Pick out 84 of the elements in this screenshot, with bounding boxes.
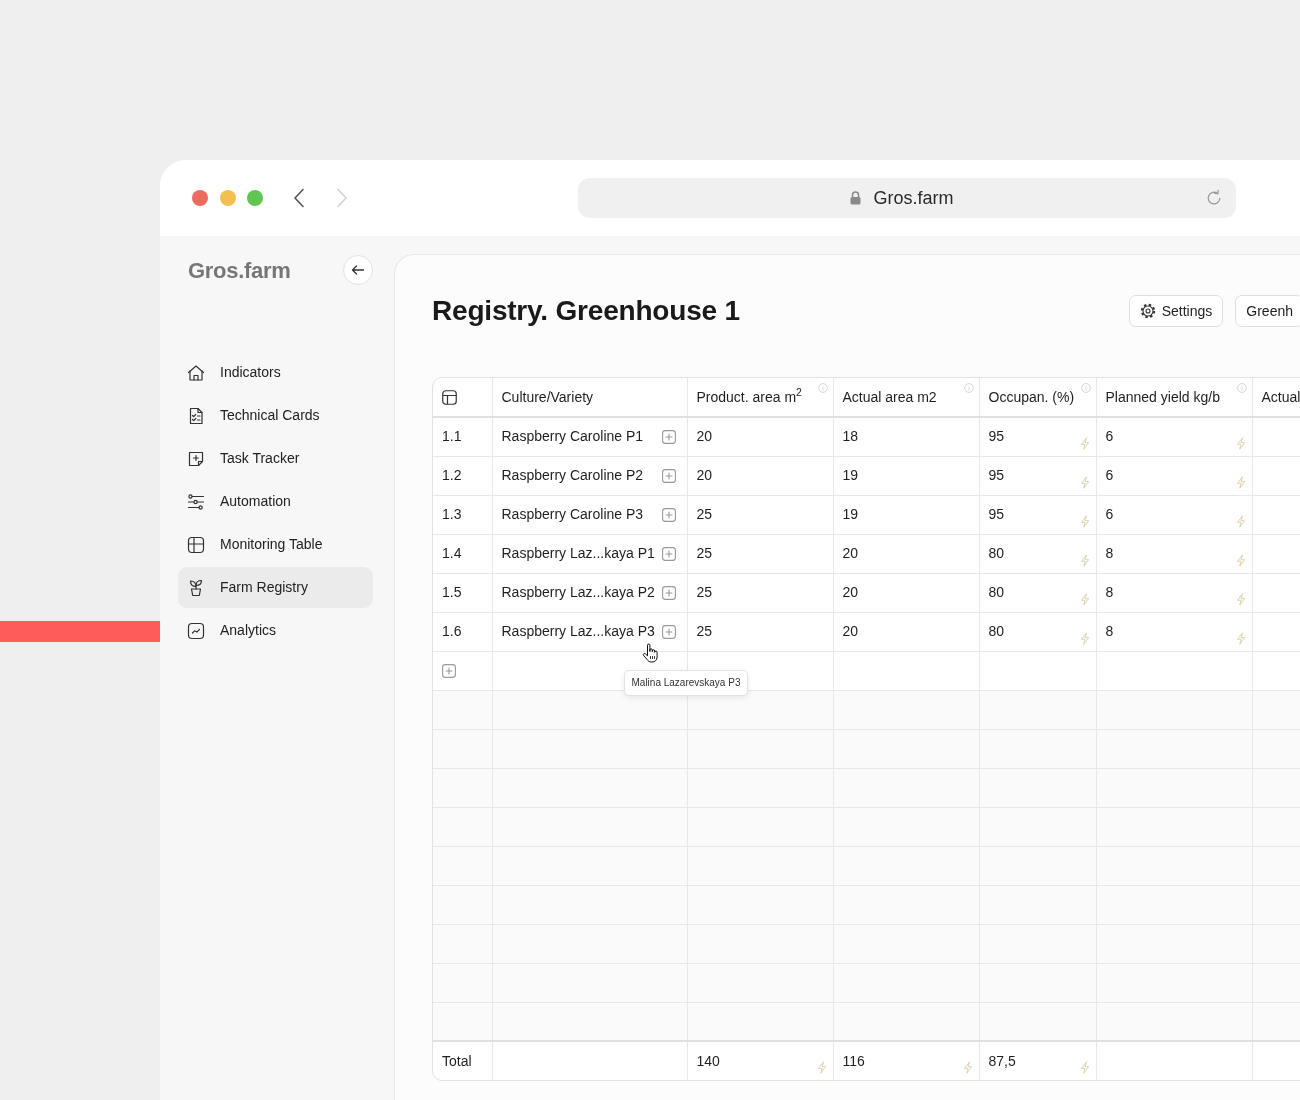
gear-icon — [1139, 303, 1156, 319]
sidebar-item[interactable]: Technical Cards — [178, 395, 373, 436]
occupancy-value: 80 — [988, 545, 1005, 561]
occupancy-value: 95 — [988, 467, 1005, 483]
table-icon[interactable] — [442, 390, 457, 406]
variety-name: Raspberry Laz...kaya P2 — [501, 583, 655, 602]
plus-square-icon[interactable] — [661, 468, 676, 483]
column-header: Actual — [1261, 388, 1300, 405]
plus-square-icon[interactable] — [661, 546, 676, 561]
planned-yield-value: 6 — [1105, 467, 1114, 483]
url-text: Gros.farm — [873, 186, 954, 210]
info-icon[interactable] — [1236, 383, 1247, 393]
chevron-left-icon[interactable] — [292, 188, 305, 208]
settings-button[interactable]: Settings — [1128, 295, 1224, 327]
hand-pointer-icon — [641, 642, 659, 663]
collapse-button[interactable] — [343, 255, 373, 285]
planned-yield-value: 6 — [1105, 428, 1114, 445]
tooltip: Malina Lazarevskaya P3 — [623, 669, 749, 696]
occupancy-value: 95 — [988, 506, 1005, 522]
table-icon — [186, 534, 206, 555]
occupancy-value: 80 — [988, 584, 1005, 600]
planned-yield-value: 8 — [1105, 545, 1114, 561]
row-number: 1.5 — [442, 584, 462, 600]
total-label: Total — [442, 1052, 472, 1069]
add-row-icon[interactable] — [442, 664, 456, 679]
window-zoom-icon[interactable] — [247, 190, 263, 206]
variety-name: Raspberry Caroline P2 — [501, 466, 644, 485]
occupancy-value: 80 — [988, 623, 1005, 639]
window-close-icon[interactable] — [192, 190, 208, 206]
product-area-value: 20 — [696, 428, 713, 445]
sidebar-item[interactable]: Indicators — [178, 352, 373, 393]
occupancy-value: 95 — [988, 428, 1005, 445]
variety-name: Raspberry Laz...kaya P3 — [501, 622, 655, 641]
row-number: 1.1 — [442, 428, 462, 445]
actual-area-value: 18 — [842, 428, 859, 445]
product-area-value: 20 — [696, 467, 713, 483]
product-area-value: 25 — [696, 623, 713, 639]
actual-area-value: 20 — [842, 623, 859, 639]
column-header: Planned yield kg/b — [1105, 388, 1220, 405]
actual-area-value: 116 — [842, 1052, 865, 1069]
info-icon[interactable] — [1080, 383, 1091, 393]
sidebar-item[interactable]: Automation — [178, 481, 373, 522]
actual-area-value: 20 — [842, 545, 859, 561]
planned-yield-value: 6 — [1105, 506, 1114, 522]
info-icon[interactable] — [817, 383, 828, 393]
variety-name: Raspberry Caroline P1 — [501, 427, 644, 447]
address-bar[interactable]: Gros.farm — [578, 178, 1236, 218]
arrow-left-icon — [350, 262, 366, 278]
product-area-value: 25 — [696, 545, 713, 561]
column-header: Occupan. (%) — [988, 388, 1075, 405]
row-number: 1.3 — [442, 506, 462, 522]
column-header: Product. area m$^{2}$ — [696, 388, 802, 405]
window-minimize-icon[interactable] — [219, 190, 236, 206]
actual-area-value: 19 — [842, 506, 859, 522]
plus-square-icon[interactable] — [661, 624, 676, 639]
sliders-icon — [186, 491, 206, 512]
column-header: Culture/Variety — [501, 388, 594, 405]
reload-icon[interactable] — [1205, 189, 1223, 207]
sidebar-item[interactable]: Monitoring Table — [178, 524, 373, 565]
product-area-value: 25 — [696, 584, 713, 600]
product-area-value: 25 — [696, 506, 713, 522]
lock-icon — [850, 191, 862, 205]
logo: Gros.farm — [188, 256, 291, 285]
actual-area-value: 19 — [842, 467, 859, 483]
sidebar-item[interactable]: Analytics — [178, 610, 373, 651]
greenhouse-button[interactable]: Greenh — [1235, 295, 1300, 327]
row-number: 1.2 — [442, 467, 462, 483]
plus-square-icon[interactable] — [661, 429, 676, 444]
info-icon[interactable] — [963, 383, 974, 393]
row-number: 1.6 — [442, 623, 462, 639]
variety-name: Raspberry Laz...kaya P1 — [501, 544, 655, 563]
sidebar-item[interactable]: Farm Registry — [178, 567, 373, 608]
page-title: Registry. Greenhouse 1 — [432, 294, 740, 328]
planned-yield-value: 8 — [1105, 584, 1114, 600]
plus-square-icon[interactable] — [661, 507, 676, 522]
actual-area-value: 20 — [842, 584, 859, 600]
row-number: 1.4 — [442, 545, 462, 561]
product-area-value: 140 — [696, 1052, 720, 1069]
sidebar-item[interactable]: Task Tracker — [178, 438, 373, 479]
column-header: Actual area m2 — [842, 388, 937, 405]
variety-name: Raspberry Caroline P3 — [501, 505, 644, 524]
occupancy-value: 87,5 — [988, 1052, 1016, 1069]
plus-square-icon[interactable] — [661, 585, 676, 600]
planned-yield-value: 8 — [1105, 623, 1114, 639]
